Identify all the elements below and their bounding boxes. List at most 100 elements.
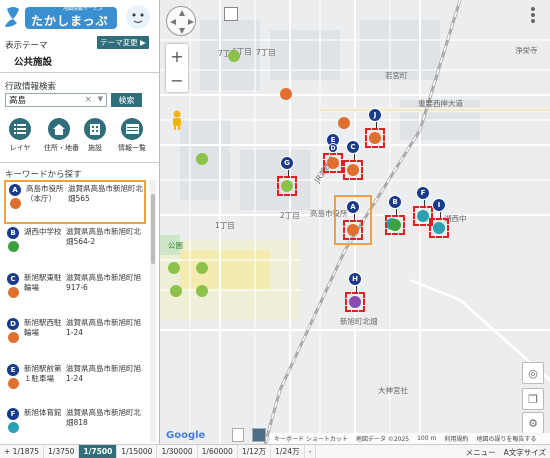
marker-highlight: [365, 128, 385, 148]
poi-icon[interactable]: [280, 88, 292, 100]
map-marker-b[interactable]: B: [385, 195, 405, 235]
result-address: 滋賀県高島市新旭町北畑818: [66, 408, 141, 427]
marker-letter: I: [432, 198, 446, 212]
locate-icon[interactable]: ◎: [522, 362, 544, 384]
list-item[interactable]: C 新旭駅東駐輪場 滋賀県高島市新旭町旭917-6: [4, 271, 146, 315]
poi-icon[interactable]: [196, 285, 208, 297]
marker-letter: B: [7, 227, 19, 239]
poi-icon[interactable]: [196, 262, 208, 274]
category-icon: [349, 296, 361, 308]
basemap-thumbnail[interactable]: [252, 428, 266, 442]
streetview-pegman-icon[interactable]: [171, 110, 183, 130]
scale-option[interactable]: 1/12万: [238, 444, 272, 458]
divider: [0, 72, 159, 73]
category-icon: [7, 378, 19, 389]
marker-letter: C: [7, 273, 19, 285]
list-item[interactable]: A 高島市役所（本庁） 滋賀県高島市新旭町北畑565: [4, 180, 146, 224]
marker-highlight: [277, 176, 297, 196]
list-item[interactable]: F 新旭体育館 滋賀県高島市新旭町北畑818: [4, 406, 146, 442]
theme-name: 公共施設: [14, 57, 53, 68]
scale-option[interactable]: 1/60000: [198, 444, 238, 458]
category-icon: [417, 210, 429, 222]
poi-icon[interactable]: [228, 50, 240, 62]
list-item[interactable]: D 新旭駅西駐輪場 滋賀県高島市新旭町旭1-24: [4, 316, 146, 360]
category-icon: [433, 222, 445, 234]
map-marker-j[interactable]: J: [365, 108, 385, 148]
search-label: 行政情報検索: [5, 82, 57, 92]
category-icon: [281, 180, 293, 192]
result-scrollbar[interactable]: [150, 180, 156, 442]
marker-pin: E: [6, 364, 20, 389]
category-icon: [389, 219, 401, 231]
scale-option[interactable]: 1/15000: [117, 444, 158, 458]
map-marker-a[interactable]: A: [343, 200, 363, 240]
map-marker-h[interactable]: H: [345, 272, 365, 312]
chevron-down-icon[interactable]: ▼: [98, 95, 103, 103]
map-label: 2丁目: [280, 211, 300, 220]
report-error-link[interactable]: 地図の誤りを報告する: [476, 434, 536, 443]
category-icon: [7, 287, 19, 298]
scale-option[interactable]: + 1/1875: [0, 444, 45, 458]
marker-highlight: [323, 153, 343, 173]
scale-option[interactable]: 1/24万: [271, 444, 305, 458]
zoom-out-button[interactable]: −: [166, 68, 188, 92]
menu-button[interactable]: メニュー: [466, 447, 496, 458]
map-menu-icon[interactable]: [524, 6, 542, 24]
text-size-button[interactable]: A文字サイズ: [504, 447, 546, 458]
result-name: 新旭駅前第１駐車場: [24, 364, 62, 383]
poi-icon[interactable]: [170, 285, 182, 297]
scale-option-active[interactable]: 1/7500: [79, 444, 118, 458]
tool-address[interactable]: 住所・地番: [44, 118, 79, 153]
clear-icon[interactable]: ×: [84, 95, 92, 105]
scroll-thumb[interactable]: [151, 194, 155, 264]
map-marker-i[interactable]: I: [429, 198, 449, 238]
list-icon: [9, 118, 31, 140]
table-icon: [121, 118, 143, 140]
tool-layer[interactable]: レイヤ: [5, 118, 35, 153]
theme-change-button[interactable]: テーマ変更 ▶: [97, 36, 149, 49]
result-name: 新旭駅東駐輪場: [24, 273, 62, 292]
settings-icon[interactable]: ⚙: [522, 412, 544, 434]
result-address: 滋賀県高島市新旭町北畑565: [68, 184, 143, 203]
layers-icon[interactable]: ❐: [522, 388, 544, 410]
result-name: 湖西中学校: [24, 227, 62, 236]
map-marker-g[interactable]: G: [277, 156, 297, 196]
map-marker-d[interactable]: D: [328, 143, 338, 153]
list-item[interactable]: E 新旭駅前第１駐車場 滋賀県高島市新旭町旭1-24: [4, 362, 146, 406]
marker-pin: F: [6, 408, 20, 433]
search-input[interactable]: 高島 × ▼: [5, 93, 107, 107]
fullscreen-icon[interactable]: [224, 7, 238, 21]
list-item[interactable]: B 湖西中学校 滋賀県高島市新旭町北畑564-2: [4, 225, 146, 269]
poi-icon[interactable]: [168, 262, 180, 274]
poi-icon[interactable]: [196, 153, 208, 165]
result-name: 新旭体育館: [24, 408, 62, 417]
zoom-in-button[interactable]: +: [166, 44, 188, 68]
marker-letter: B: [388, 195, 402, 209]
scale-toggle-icon[interactable]: [232, 428, 244, 442]
map-data-text: 地図データ ©2025: [355, 436, 410, 443]
marker-letter: J: [368, 108, 382, 122]
keyword-label: キーワードから探す: [5, 170, 82, 180]
search-button[interactable]: 検索: [111, 93, 142, 107]
scale-option[interactable]: 1/30000: [157, 444, 198, 458]
site-logo[interactable]: 地図情報サービス たかしまっぷ: [3, 3, 157, 31]
scale-option[interactable]: 1/3750: [44, 444, 80, 458]
map-scale-text: 100 m: [417, 435, 437, 442]
compass-control[interactable]: [166, 6, 196, 36]
tool-facility[interactable]: 施設: [80, 118, 110, 153]
tool-address-label: 住所・地番: [44, 144, 79, 152]
map-canvas[interactable]: 7丁目 6丁目 7丁目 2丁目 1丁目 JR湖西線 重要西岸大道 新旭町北畑 若…: [160, 0, 550, 444]
map-marker-c[interactable]: C: [343, 140, 363, 180]
marker-highlight: [385, 215, 405, 235]
tool-info-list[interactable]: 情報一覧: [117, 118, 147, 153]
marker-letter: H: [348, 272, 362, 286]
keyboard-shortcuts-link[interactable]: キーボード ショートカット: [274, 434, 348, 443]
terms-link[interactable]: 利用規約: [444, 434, 468, 443]
poi-icon[interactable]: [338, 117, 350, 129]
category-icon: [347, 164, 359, 176]
category-icon: [7, 241, 19, 252]
map-label: 公園: [168, 241, 183, 250]
marker-pin: A: [8, 184, 22, 209]
map-marker-e[interactable]: E: [323, 133, 343, 173]
scale-option[interactable]: -: [305, 444, 317, 458]
